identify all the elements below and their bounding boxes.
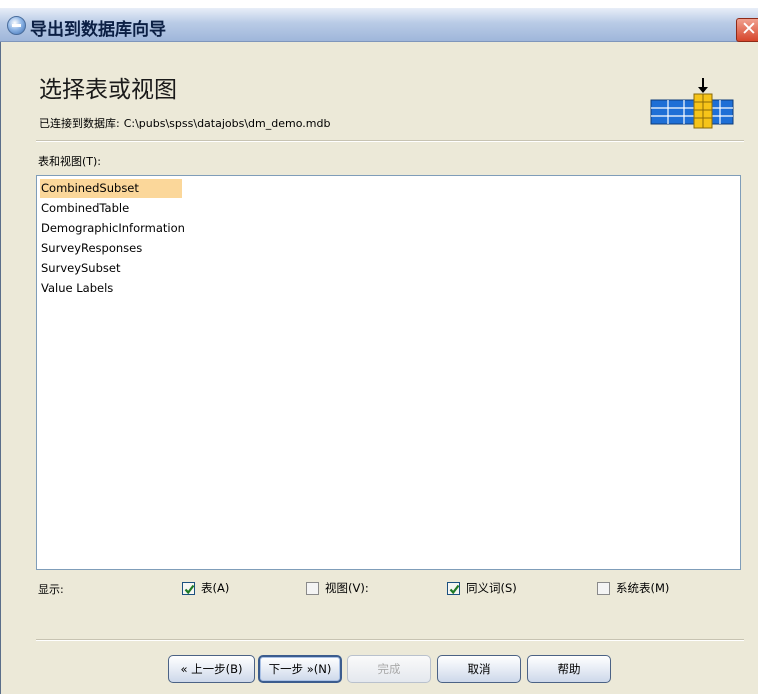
next-button[interactable]: 下一步 »(N) (258, 655, 342, 683)
list-item-combinedsubset[interactable]: CombinedSubset (40, 179, 182, 198)
close-button[interactable]: ✕ (736, 18, 758, 42)
connection-path: C:\pubs\spss\datajobs\dm_demo.mdb (123, 117, 331, 130)
list-item-surveysubset[interactable]: SurveySubset (40, 259, 124, 278)
connection-label: 已连接到数据库: (39, 117, 120, 130)
close-icon: ✕ (741, 18, 757, 40)
checkbox-views[interactable]: 视图(V): (306, 580, 369, 596)
footer-separator (36, 639, 744, 641)
checkbox-unchecked-icon[interactable] (597, 581, 610, 595)
tables-listbox[interactable]: CombinedSubset CombinedTable Demographic… (36, 175, 741, 570)
checkbox-synonyms[interactable]: 同义词(S) (447, 580, 517, 596)
checkbox-views-label: 视图(V): (325, 581, 369, 595)
page-title: 选择表或视图 (39, 77, 177, 103)
checkbox-system-tables[interactable]: 系统表(M) (597, 580, 669, 596)
tables-label: 表和视图(T): (38, 155, 102, 168)
header-separator (36, 140, 744, 142)
cancel-button[interactable]: 取消 (437, 655, 521, 683)
show-label: 显示: (38, 583, 64, 596)
connection-info: 已连接到数据库: C:\pubs\spss\datajobs\dm_demo.md… (39, 115, 330, 131)
checkbox-tables-label: 表(A) (201, 581, 230, 595)
checkbox-checked-icon[interactable] (182, 581, 195, 595)
list-item-combinedtable[interactable]: CombinedTable (40, 199, 133, 218)
checkbox-tables[interactable]: 表(A) (182, 580, 229, 596)
checkbox-unchecked-icon[interactable] (306, 581, 319, 595)
back-button[interactable]: « 上一步(B) (168, 655, 255, 683)
list-item-value-labels[interactable]: Value Labels (40, 279, 117, 298)
window-title: 导出到数据库向导 (30, 20, 166, 40)
show-options: 显示: 表(A) 视图(V): 同义词(S) 系统表(M) (0, 574, 758, 604)
title-bar[interactable]: 导出到数据库向导 ✕ (0, 8, 758, 42)
wizard-header: 选择表或视图 已连接到数据库: C:\pubs\spss\datajobs\dm_… (24, 45, 744, 140)
help-button[interactable]: 帮助 (527, 655, 611, 683)
checkbox-checked-icon[interactable] (447, 581, 460, 595)
checkbox-system-tables-label: 系统表(M) (616, 581, 670, 595)
list-item-surveyresponses[interactable]: SurveyResponses (40, 239, 146, 258)
finish-button[interactable]: 完成 (347, 655, 431, 683)
checkbox-synonyms-label: 同义词(S) (466, 581, 517, 595)
list-item-demographicinformation[interactable]: DemographicInformation (40, 219, 189, 238)
app-icon (7, 16, 26, 35)
database-export-icon (650, 78, 734, 129)
